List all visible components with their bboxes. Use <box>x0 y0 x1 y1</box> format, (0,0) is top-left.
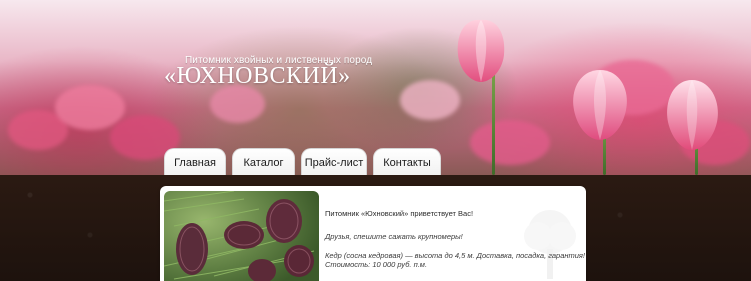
tulip-flower <box>573 70 627 140</box>
top-navigation: Главная Каталог Прайс-лист Контакты <box>164 148 441 175</box>
intro-text: Питомник «Юхновский» приветствует Вас! Д… <box>325 209 585 269</box>
nav-tab-label: Контакты <box>383 156 431 169</box>
product-line-2: Стоимость: 10 000 руб. п.м. <box>325 260 428 269</box>
nav-tab-label: Прайс-лист <box>304 156 364 169</box>
site-title: «ЮХНОВСКИЙ» <box>164 63 351 89</box>
nav-tab-catalog[interactable]: Каталог <box>232 148 295 175</box>
hero-image: Питомник хвойных и лиственных пород «ЮХН… <box>0 0 751 175</box>
nav-tab-price-list[interactable]: Прайс-лист <box>301 148 367 175</box>
tulip-blur <box>470 120 550 165</box>
tulip-flower <box>667 80 718 150</box>
tulip-flower <box>457 19 505 82</box>
promo-text: Друзья, спешите сажать крупномеры! <box>325 232 463 241</box>
nav-tab-home[interactable]: Главная <box>164 148 226 175</box>
cedar-cones-photo <box>164 191 319 281</box>
tulip-blur <box>210 85 265 123</box>
nav-tab-contacts[interactable]: Контакты <box>373 148 441 175</box>
tulip-blur <box>55 85 125 130</box>
cones-illustration <box>164 191 315 281</box>
nav-tab-label: Каталог <box>243 156 284 169</box>
welcome-text: Питомник «Юхновский» приветствует Вас! <box>325 209 474 218</box>
product-line-1: Кедр (сосна кедровая) — высота до 4,5 м.… <box>325 251 585 260</box>
nav-tab-label: Главная <box>174 156 216 169</box>
